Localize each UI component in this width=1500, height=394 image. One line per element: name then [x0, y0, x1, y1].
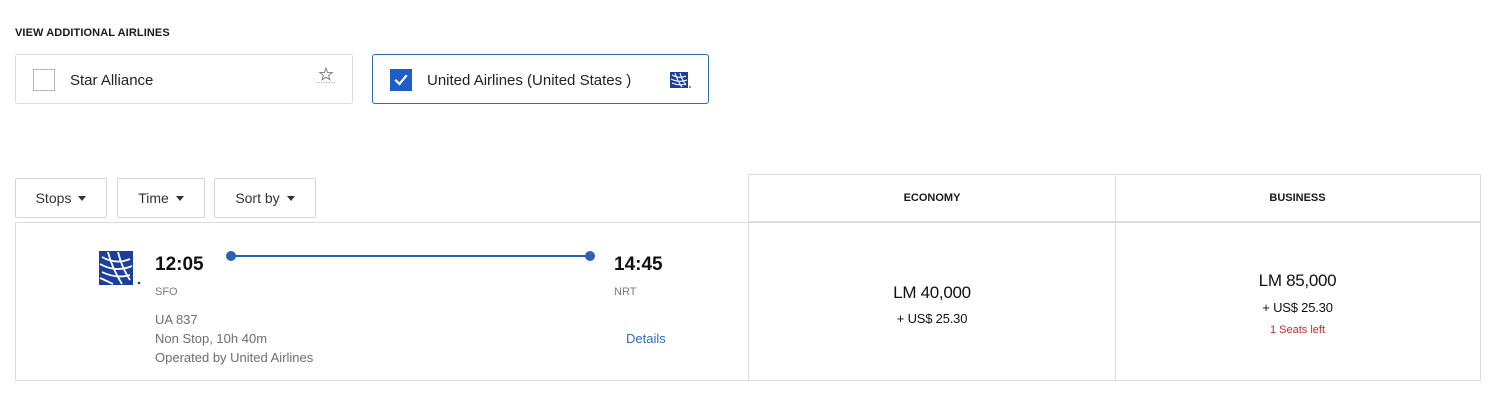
sort-label: Sort by: [235, 190, 280, 206]
airline-filter-star-alliance[interactable]: Star Alliance: [15, 54, 353, 104]
seats-left-badge: 1 Seats left: [1269, 324, 1326, 336]
route-line: [231, 255, 590, 257]
business-price: LM 85,000: [1258, 271, 1337, 290]
stops-duration: Non Stop, 10h 40m: [155, 331, 268, 346]
depart-airport: SFO: [155, 286, 178, 298]
star-alliance-icon: [314, 66, 338, 90]
chevron-down-icon: [286, 195, 295, 201]
united-label: United Airlines (United States ): [427, 72, 632, 89]
star-alliance-checkbox[interactable]: [33, 69, 55, 91]
stops-dropdown[interactable]: Stops: [15, 178, 107, 218]
economy-fare-cell[interactable]: LM 40,000 + US$ 25.30: [748, 222, 1116, 381]
economy-header: ECONOMY: [748, 174, 1116, 222]
details-link[interactable]: Details: [626, 331, 666, 346]
time-dropdown[interactable]: Time: [117, 178, 205, 218]
route-start-dot: [226, 251, 236, 261]
sort-dropdown[interactable]: Sort by: [214, 178, 316, 218]
flight-row: [15, 222, 749, 381]
operator-text: Operated by United Airlines: [155, 350, 314, 365]
depart-time: 12:05: [155, 254, 204, 275]
business-fare-cell[interactable]: LM 85,000 + US$ 25.30 1 Seats left: [1115, 222, 1481, 381]
arrive-time: 14:45: [614, 254, 663, 275]
chevron-down-icon: [175, 195, 184, 201]
airline-logo-icon: [99, 251, 143, 292]
economy-tax: + US$ 25.30: [896, 311, 968, 326]
economy-price: LM 40,000: [893, 283, 971, 302]
arrive-airport: NRT: [614, 286, 637, 298]
section-title: VIEW ADDITIONAL AIRLINES: [15, 27, 170, 39]
route-end-dot: [585, 251, 595, 261]
chevron-down-icon: [78, 195, 87, 201]
flight-number: UA 837: [155, 312, 198, 327]
time-label: Time: [138, 190, 169, 206]
star-alliance-label: Star Alliance: [70, 72, 154, 89]
stops-label: Stops: [35, 190, 72, 206]
united-checkbox[interactable]: [390, 69, 412, 91]
business-header: BUSINESS: [1115, 174, 1481, 222]
business-tax: + US$ 25.30: [1262, 300, 1333, 315]
airline-filter-united[interactable]: United Airlines (United States ): [372, 54, 709, 104]
united-globe-icon: [669, 71, 693, 94]
